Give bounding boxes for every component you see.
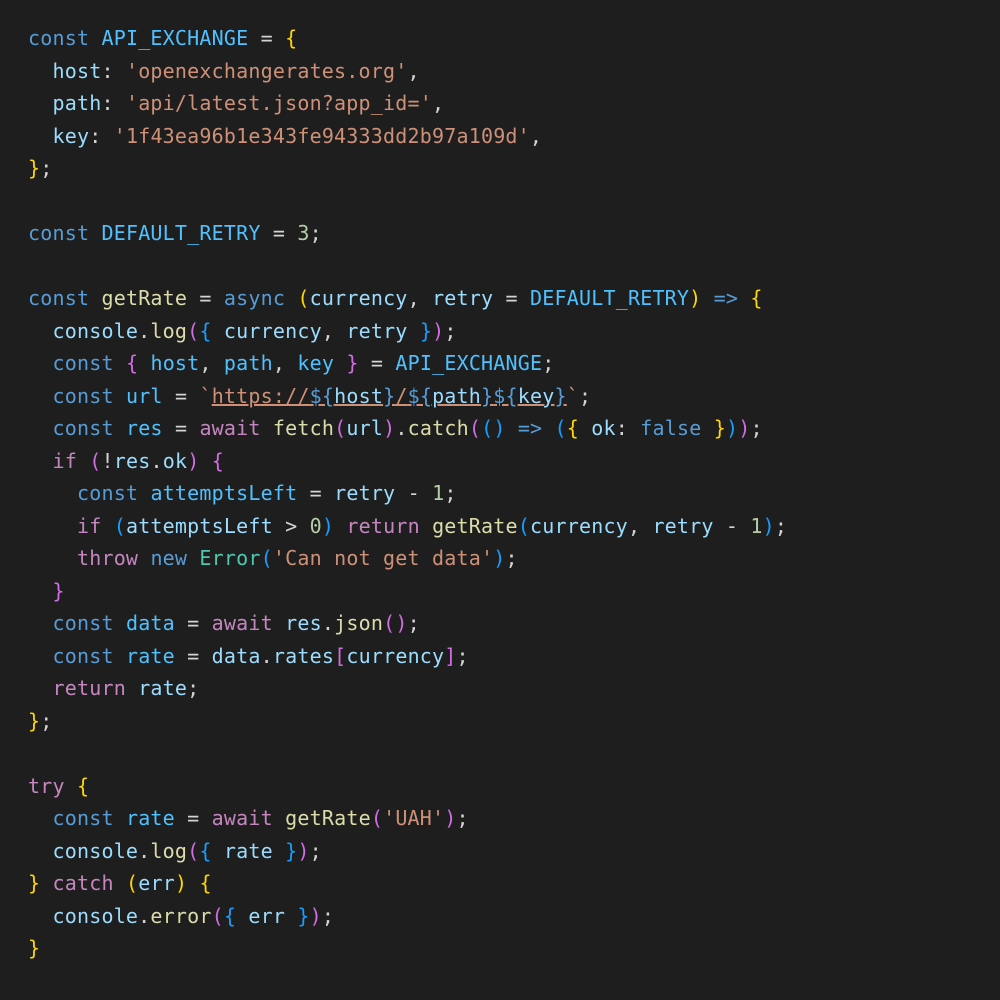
id-res: res bbox=[126, 416, 163, 440]
kw-try: try bbox=[28, 774, 65, 798]
kw-const: const bbox=[28, 26, 89, 50]
id-url: url bbox=[126, 384, 163, 408]
id-host: host bbox=[52, 59, 101, 83]
code-block: const API_EXCHANGE = { host: 'openexchan… bbox=[0, 0, 1000, 987]
num-3: 3 bbox=[297, 221, 309, 245]
str-errmsg: 'Can not get data' bbox=[273, 546, 493, 570]
str-path: 'api/latest.json?app_id=' bbox=[126, 91, 432, 115]
id-default-retry: DEFAULT_RETRY bbox=[101, 221, 260, 245]
id-api-exchange: API_EXCHANGE bbox=[101, 26, 248, 50]
str-host: 'openexchangerates.org' bbox=[126, 59, 408, 83]
id-key: key bbox=[52, 124, 89, 148]
kw-catch: catch bbox=[53, 871, 114, 895]
id-path: path bbox=[52, 91, 101, 115]
kw-async: async bbox=[224, 286, 285, 310]
str-key: '1f43ea96b1e343fe94333dd2b97a109d' bbox=[114, 124, 530, 148]
id-data: data bbox=[126, 611, 175, 635]
id-attempts: attemptsLeft bbox=[150, 481, 297, 505]
id-err: err bbox=[138, 871, 175, 895]
id-rate: rate bbox=[126, 644, 175, 668]
cls-error: Error bbox=[199, 546, 260, 570]
str-https: https:// bbox=[212, 384, 310, 408]
str-uah: 'UAH' bbox=[383, 806, 444, 830]
id-getrate: getRate bbox=[101, 286, 187, 310]
